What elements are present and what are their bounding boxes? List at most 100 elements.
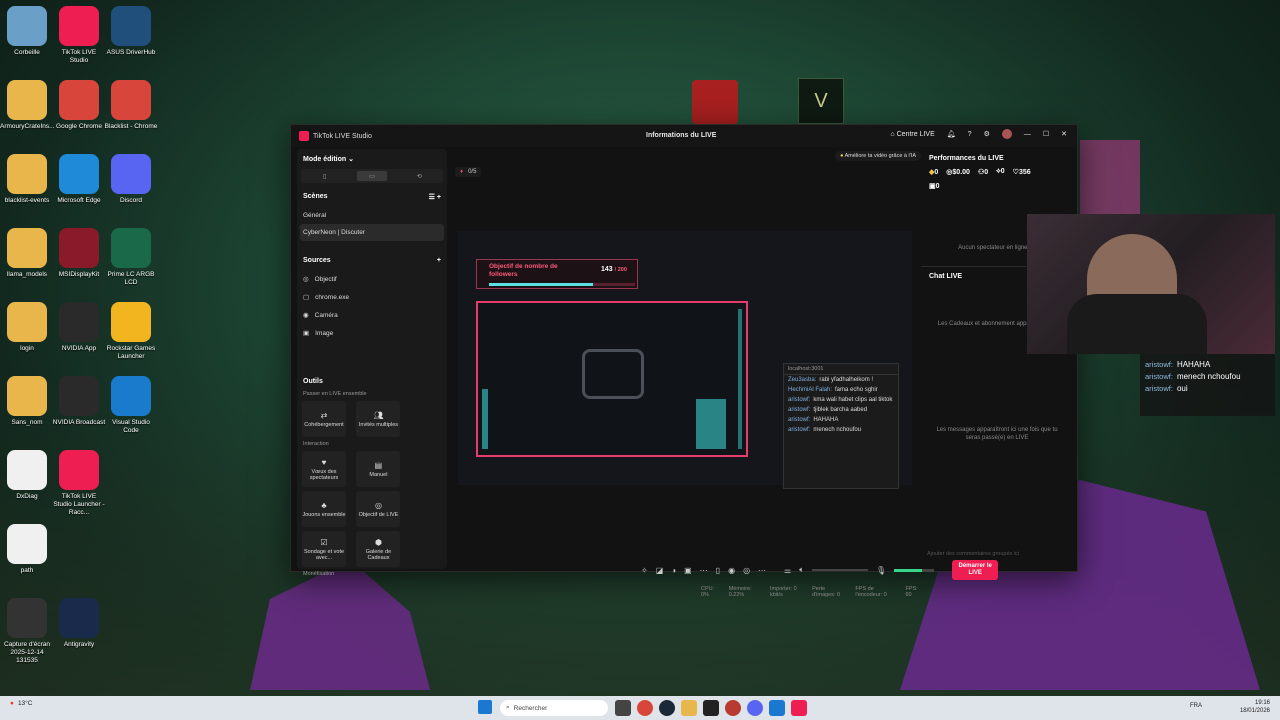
magic-icon[interactable]: ✧ xyxy=(641,566,648,575)
webcam-feed xyxy=(1027,214,1275,354)
start-button[interactable] xyxy=(478,700,492,714)
home-icon[interactable]: ⌂ xyxy=(890,131,894,138)
desktop-icon[interactable]: blacklist-events xyxy=(0,154,54,205)
desktop-icon[interactable]: Corbeille xyxy=(0,6,54,57)
portrait-mode-button[interactable]: ▯ xyxy=(310,171,340,181)
target-icon[interactable]: ◎ xyxy=(743,566,750,575)
desktop-icon-label: login xyxy=(20,345,34,352)
desktop-icon[interactable]: Blacklist - Chrome xyxy=(104,80,158,131)
ai-enhance-button[interactable]: ● Améliore ta vidéo grâce à l'IA xyxy=(835,151,921,161)
task-view-icon[interactable] xyxy=(615,700,631,716)
mode-dropdown[interactable]: Mode édition ⌄ xyxy=(297,149,447,169)
more-icon[interactable]: ⋯ xyxy=(758,566,766,575)
stream-canvas[interactable]: Objectif de nombre de followers 143 / 20… xyxy=(458,231,912,489)
poll-button[interactable]: ☑ Sondage et vote avec... xyxy=(302,531,346,567)
chat-message: aristowf: HAHAHA xyxy=(1145,360,1211,369)
record-icon[interactable]: ◉ xyxy=(728,566,735,575)
edge-icon xyxy=(59,154,99,194)
discord-icon[interactable] xyxy=(747,700,763,716)
desktop-icon[interactable]: Discord xyxy=(104,154,158,205)
desktop-icon[interactable]: path xyxy=(0,524,54,575)
taskbar: ● 13°C ⌕ Rechercher FRA 19:16 18/01/2026 xyxy=(0,696,1280,720)
add-source-button[interactable]: + xyxy=(437,257,441,264)
steam-icon[interactable] xyxy=(659,700,675,716)
source-item[interactable]: ◎ Objectif xyxy=(297,270,447,288)
desktop-icon[interactable]: Rockstar Games Launcher xyxy=(104,302,158,361)
comment-input[interactable]: Ajouter des commentaires groupés ici xyxy=(927,551,1019,557)
landscape-mode-button[interactable]: ▭ xyxy=(356,171,387,181)
phone-icon[interactable]: ▯ xyxy=(716,566,720,575)
desktop-icon[interactable]: Prime LC ARGB LCD xyxy=(104,228,158,287)
desktop-icon[interactable]: ASUS DriverHub xyxy=(104,6,158,57)
language-indicator[interactable]: FRA xyxy=(1190,703,1202,709)
desktop-icon[interactable]: MSIDisplayKit xyxy=(52,228,106,279)
effects-icon[interactable]: ◪ xyxy=(656,566,664,575)
avatar[interactable] xyxy=(1001,129,1012,139)
tiktok-icon[interactable] xyxy=(791,700,807,716)
desktop-icon[interactable]: Antigravity xyxy=(52,598,106,649)
multi-guest-button[interactable]: 👥︎ Invités multiples xyxy=(356,401,401,437)
desktop-icon[interactable]: Sans_nom xyxy=(0,376,54,427)
list-icon[interactable]: ☰ xyxy=(429,194,435,201)
desktop-icon[interactable]: NVIDIA App xyxy=(52,302,106,353)
source-item[interactable]: ▣ Image xyxy=(297,324,447,342)
app-icon[interactable] xyxy=(769,700,785,716)
cohost-button[interactable]: ⇄ Cohébergement xyxy=(302,401,346,437)
filter-icon[interactable]: ◑ xyxy=(671,566,676,575)
mic-icon[interactable]: 🎙︎ xyxy=(876,566,886,575)
source-item[interactable]: ◉ Caméra xyxy=(297,306,447,324)
terminal-icon[interactable] xyxy=(703,700,719,716)
desktop-icon[interactable]: Visual Studio Code xyxy=(104,376,158,435)
chrome-icon[interactable] xyxy=(637,700,653,716)
desktop-icon[interactable]: login xyxy=(0,302,54,353)
clock[interactable]: 19:16 18/01/2026 xyxy=(1240,699,1270,715)
desktop-icon[interactable]: DxDiag xyxy=(0,450,54,501)
chat-overlay-source: localhost:3001 Zeu3asba: rabi yfadhalheik… xyxy=(783,363,899,489)
scene-item[interactable]: Général xyxy=(297,207,447,224)
search-box[interactable]: ⌕ Rechercher xyxy=(500,700,608,716)
rotate-mode-button[interactable]: ⟲ xyxy=(404,171,434,181)
desktop-icon-label: Discord xyxy=(119,197,143,204)
live-info-title[interactable]: Informations du LIVE xyxy=(646,132,716,139)
chat-message: aristowf: menech nchoufou xyxy=(784,425,898,435)
screen-icon[interactable]: ▣ xyxy=(684,566,692,575)
folder-icon xyxy=(7,228,47,268)
add-scene-button[interactable]: + xyxy=(437,194,441,201)
chrome-icon[interactable] xyxy=(725,700,741,716)
gift-gallery-button[interactable]: ⬢ Galerie de Cadeaux xyxy=(356,531,401,567)
manual-button[interactable]: ▤ Manuel xyxy=(356,451,401,487)
centre-live-button[interactable]: Centre LIVE xyxy=(897,131,935,138)
chat-message: aristowf: kma wali habet clips aal tiktok xyxy=(784,395,898,405)
maximize-button[interactable]: ☐ xyxy=(1043,130,1049,138)
desktop-icon-label: Google Chrome xyxy=(56,123,102,130)
play-together-button[interactable]: ♣ Jouons ensemble xyxy=(302,491,346,527)
desktop-icon[interactable]: TikTok LIVE Studio xyxy=(52,6,106,65)
weather-icon[interactable]: ● xyxy=(10,700,14,707)
desktop-icon[interactable]: llama_models xyxy=(0,228,54,279)
explorer-icon[interactable] xyxy=(681,700,697,716)
sliders-icon[interactable]: ⚌ xyxy=(784,566,791,575)
gear-icon[interactable]: ⚙ xyxy=(984,130,990,138)
speaker-icon[interactable]: 🔈︎ xyxy=(799,565,804,575)
live-goal-button[interactable]: ◎ Objectif de LIVE xyxy=(356,491,401,527)
viewer-wishes-button[interactable]: ♥ Vœux des spectateurs xyxy=(302,451,346,487)
desktop-icon[interactable]: Google Chrome xyxy=(52,80,106,131)
desktop-icon[interactable]: ArmouryCrateIns... xyxy=(0,80,55,131)
help-icon[interactable]: ? xyxy=(968,131,972,138)
bell-icon[interactable]: 🔔︎ xyxy=(947,130,956,138)
bulb-icon: ● xyxy=(840,153,844,159)
dota-icon xyxy=(692,80,738,124)
desktop-icon[interactable]: Microsoft Edge xyxy=(52,154,106,205)
desktop-icon[interactable]: NVIDIA Broadcast xyxy=(52,376,106,427)
volume-slider[interactable] xyxy=(812,569,869,571)
close-button[interactable]: ✕ xyxy=(1061,130,1067,138)
chat-message: HechmiAl Falah: fama echo sghir xyxy=(784,385,898,395)
more-icon[interactable]: ⋯ xyxy=(700,566,708,575)
scene-item[interactable]: CyberNeon | Discuter xyxy=(300,224,444,241)
weather-temp[interactable]: 13°C xyxy=(18,700,33,707)
desktop-icon[interactable]: Capture d'écran 2025-12-14 131535 xyxy=(0,598,54,665)
source-item[interactable]: ▢ chrome.exe xyxy=(297,288,447,306)
desktop-icon[interactable]: TikTok LIVE Studio Launcher - Racc... xyxy=(52,450,106,517)
minimize-button[interactable]: — xyxy=(1024,131,1031,138)
desktop-icon-label: ArmouryCrateIns... xyxy=(0,123,55,130)
